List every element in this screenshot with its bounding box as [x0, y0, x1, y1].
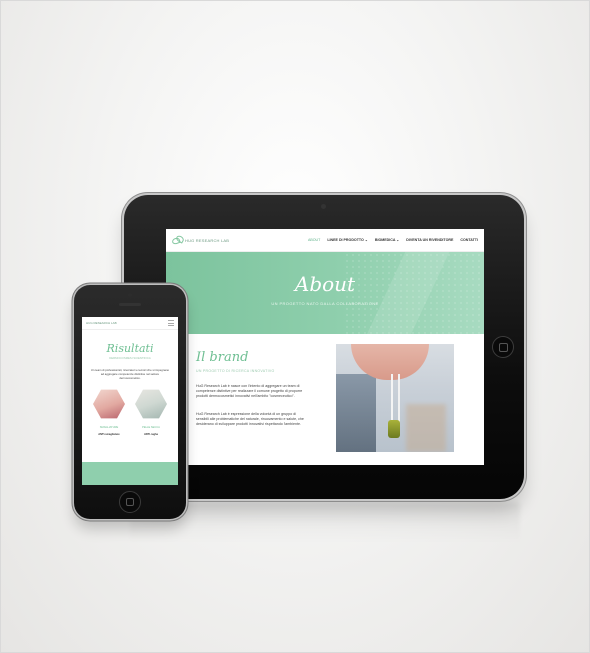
- caption-2-line-1: PELLE SECCA: [142, 426, 160, 429]
- caption-2: PELLE SECCA ANTI-rughe: [134, 426, 168, 436]
- phone-paragraph: Un team di professionisti, ricercatori e…: [90, 368, 170, 380]
- tablet-camera: [321, 204, 326, 209]
- caption-2-line-2[interactable]: ANTI-rughe: [134, 433, 168, 436]
- phone-section-title: Risultati: [106, 342, 154, 355]
- tablet-menu: ABOUT LINEE DI PRODOTTO ⌄ BIOMEDICA ⌄ DI…: [308, 238, 478, 242]
- photo-charm: [388, 420, 400, 438]
- brand-subtitle: UN PROGETTO DI RICERCA INNOVATIVO: [196, 369, 275, 373]
- caption-1: SMAGLIATURE ANTI-smagliature: [92, 426, 126, 436]
- result-image-belly[interactable]: [93, 389, 125, 419]
- brand-paragraph-1: HuG Research Lab è nasce con l'intento d…: [196, 384, 303, 398]
- nav-item-biomedical[interactable]: BIOMEDICA ⌄: [375, 238, 399, 242]
- nav-item-product-lines[interactable]: LINEE DI PRODOTTO ⌄: [327, 238, 367, 242]
- phone-device: HUG RESEARCH LAB Risultati DERMOCOSMESI …: [74, 285, 186, 519]
- photo-background: [336, 374, 376, 452]
- phone-section-subtitle: DERMOCOSMESI SCIENTIFICA: [109, 356, 151, 360]
- phone-home-button[interactable]: [119, 491, 141, 513]
- phone-navbar: HUG RESEARCH LAB: [82, 317, 178, 330]
- phone-camera: [128, 293, 132, 297]
- brand-product-photo: [336, 344, 454, 452]
- nav-item-become-reseller[interactable]: DIVENTA UN RIVENDITORE: [406, 238, 453, 242]
- phone-result-images: [82, 388, 178, 420]
- brand-paragraph-2: HuG Research Lab è espressione della vol…: [196, 412, 304, 426]
- caption-1-line-2[interactable]: ANTI-smagliature: [92, 433, 126, 436]
- photo-string: [391, 374, 393, 424]
- hero-subtitle: UN PROGETTO NATO DALLA COLLABORAZIONE: [271, 301, 379, 306]
- tablet-screen: HUG RESEARCH LAB ABOUT LINEE DI PRODOTTO…: [166, 229, 484, 465]
- nav-item-about[interactable]: ABOUT: [308, 238, 320, 242]
- tablet-reflection: [130, 503, 520, 543]
- hero-title: About: [294, 272, 356, 296]
- leaf-logo-icon: [172, 236, 182, 244]
- hamburger-menu-icon[interactable]: [168, 320, 174, 326]
- tablet-navbar: HUG RESEARCH LAB ABOUT LINEE DI PRODOTTO…: [166, 229, 484, 252]
- result-image-skin[interactable]: [135, 389, 167, 419]
- phone-screen: HUG RESEARCH LAB Risultati DERMOCOSMESI …: [82, 317, 178, 485]
- phone-speaker: [119, 303, 141, 306]
- tablet-logo[interactable]: HUG RESEARCH LAB: [172, 236, 229, 244]
- tablet-content: Il brand UN PROGETTO DI RICERCA INNOVATI…: [166, 334, 484, 465]
- tablet-home-button[interactable]: [492, 336, 514, 358]
- photo-blur: [406, 404, 446, 452]
- phone-logo-text[interactable]: HUG RESEARCH LAB: [86, 321, 117, 325]
- nav-item-contacts[interactable]: CONTATTI: [460, 238, 478, 242]
- tablet-hero-banner: About UN PROGETTO NATO DALLA COLLABORAZI…: [166, 252, 484, 334]
- caption-1-line-1: SMAGLIATURE: [99, 426, 119, 429]
- phone-footer: [82, 462, 178, 485]
- phone-captions: SMAGLIATURE ANTI-smagliature PELLE SECCA…: [82, 426, 178, 436]
- brand-title: Il brand: [196, 350, 249, 365]
- tablet-logo-text: HUG RESEARCH LAB: [185, 237, 230, 243]
